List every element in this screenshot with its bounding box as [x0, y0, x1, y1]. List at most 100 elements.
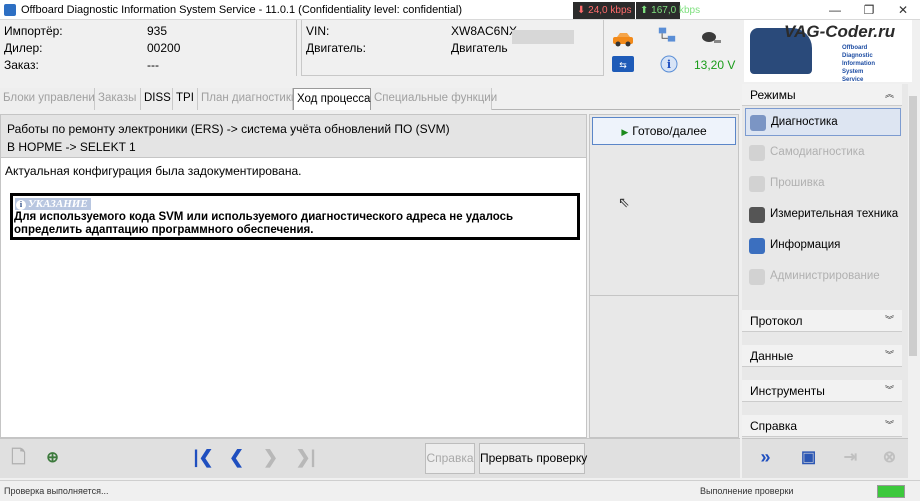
maximize-button[interactable]: ❐: [852, 0, 886, 20]
fast-forward-icon[interactable]: »: [750, 443, 781, 474]
tab-tpi[interactable]: TPI: [173, 88, 198, 110]
previous-step-icon[interactable]: ❮: [221, 443, 252, 474]
tab-orders[interactable]: Заказы: [95, 88, 141, 110]
process-breadcrumb: Работы по ремонту электроники (ERS) -> с…: [0, 114, 587, 158]
logo-caption: Offboard Diagnostic Information System Servi…: [842, 45, 875, 83]
mode-diagnostics[interactable]: Диагностика: [745, 108, 901, 136]
action-panel: ▶ Готово/далее: [589, 114, 739, 438]
play-icon: ▶: [621, 127, 629, 137]
status-message: Проверка выполняется...: [4, 486, 109, 496]
status-progress-label: Выполнение проверки: [700, 486, 794, 496]
process-step: В НОРМЕ -> SELEKT 1: [7, 140, 136, 154]
protocol-section[interactable]: Протокол ︾: [742, 310, 902, 332]
sidebar-toolbar: » ▣ ⇥ ⊗: [742, 438, 908, 478]
svg-text:i: i: [667, 58, 671, 71]
header-icons: ⇆ i 13,20 V: [608, 20, 740, 76]
document-icon[interactable]: 🗋: [3, 443, 34, 474]
minimize-button[interactable]: —: [818, 0, 852, 20]
vehicle-header: Импортёр: 935 Дилер: 00200 Заказ: --- VI…: [0, 20, 740, 76]
mode-flashing[interactable]: Прошивка: [745, 170, 901, 198]
close-button[interactable]: ✕: [886, 0, 920, 20]
help-section[interactable]: Справка ︾: [742, 415, 902, 437]
modes-list: Диагностика Самодиагностика Прошивка Изм…: [745, 106, 901, 298]
help-button[interactable]: Справка: [425, 443, 475, 474]
tools-section[interactable]: Инструменты ︾: [742, 380, 902, 402]
window-title: Offboard Diagnostic Information System S…: [21, 4, 463, 16]
order-value: ---: [147, 58, 159, 72]
notice-box: i УКАЗАНИЕ Для используемого кода SVM или…: [10, 193, 580, 240]
process-path: Работы по ремонту электроники (ERS) -> с…: [7, 122, 450, 136]
process-output: Актуальная конфигурация была задокументи…: [0, 158, 587, 438]
chevron-up-icon: ︽: [884, 89, 894, 99]
chevron-down-icon: ︾: [884, 385, 894, 395]
battery-voltage: 13,20 V: [694, 58, 736, 72]
importer-value: 935: [147, 24, 168, 38]
zoom-in-document-icon[interactable]: ⊕: [37, 443, 68, 474]
scrollbar-thumb[interactable]: [909, 96, 917, 356]
screenshot-icon[interactable]: ▣: [793, 443, 824, 474]
order-label: Заказ:: [4, 58, 39, 72]
app-icon: [4, 4, 16, 16]
engine-value: Двигатель: [451, 41, 508, 55]
chevron-down-icon: ︾: [884, 420, 894, 430]
vin-label: VIN:: [306, 24, 330, 38]
exit-icon[interactable]: ⇥: [835, 443, 866, 474]
info-icon[interactable]: i: [658, 55, 680, 73]
sidebar-scrollbar[interactable]: [908, 84, 918, 438]
status-bar: Проверка выполняется... Выполнение прове…: [0, 480, 920, 501]
mouse-cursor-icon: ⇖: [618, 194, 630, 210]
odis-logo: VAG-Coder.ru Offboard Diagnostic Informati…: [744, 20, 912, 83]
notice-text: Для используемого кода SVM или используе…: [14, 211, 514, 236]
usb-icon[interactable]: ⇆: [612, 56, 634, 74]
dealer-info: Импортёр: 935 Дилер: 00200 Заказ: ---: [0, 20, 297, 76]
information-books-icon: [749, 238, 765, 254]
next-step-icon[interactable]: ❯: [255, 443, 286, 474]
first-step-icon[interactable]: |❮: [188, 443, 219, 474]
chevron-down-icon: ︾: [884, 315, 894, 325]
cancel-icon[interactable]: ⊗: [874, 443, 905, 474]
notice-info-icon: i: [16, 200, 26, 210]
last-step-icon[interactable]: ❯|: [290, 443, 321, 474]
watermark-brand: VAG-Coder.ru: [784, 22, 896, 41]
tab-special-functions[interactable]: Специальные функции: [371, 88, 497, 110]
network-icon[interactable]: [656, 26, 678, 44]
mode-self-diagnostics[interactable]: Самодиагностика: [745, 139, 901, 167]
main-tabs: Блоки управления Заказы DISS TPI План ди…: [0, 88, 740, 110]
modes-header[interactable]: Режимы ︽: [742, 84, 902, 106]
tab-diss[interactable]: DISS: [141, 88, 173, 110]
notice-title: i УКАЗАНИЕ: [15, 198, 91, 210]
process-state: Актуальная конфигурация была задокументи…: [5, 164, 302, 178]
mode-administration[interactable]: Администрирование: [745, 263, 901, 291]
next-button[interactable]: ▶ Готово/далее: [592, 117, 736, 145]
chevron-down-icon: ︾: [884, 350, 894, 360]
bottom-toolbar: 🗋 ⊕ |❮ ❮ ❯ ❯| Справка Прервать проверку: [0, 438, 740, 478]
importer-label: Импортёр:: [4, 24, 63, 38]
svg-text:⇆: ⇆: [619, 61, 627, 71]
dealer-label: Дилер:: [4, 41, 43, 55]
diagnostic-interface-icon[interactable]: [700, 28, 722, 46]
tab-process[interactable]: Ход процесса: [293, 88, 371, 110]
network-up-speed: ⬆ 167,0 kbps: [636, 2, 700, 19]
tab-diagnostic-plan[interactable]: План диагностики: [198, 88, 297, 110]
abort-test-button[interactable]: Прервать проверку: [479, 443, 587, 474]
mode-measurement[interactable]: Измерительная техника: [745, 201, 901, 229]
network-down-speed: ⬇ 24,0 kbps: [573, 2, 635, 19]
measurement-icon: [749, 207, 765, 223]
vin-redaction: [512, 30, 574, 44]
vin-value: XW8AC6NX: [451, 24, 518, 38]
panel-divider: [590, 295, 738, 296]
tab-control-units[interactable]: Блоки управления: [0, 88, 101, 110]
dealer-value: 00200: [147, 41, 181, 55]
sidebar: Режимы ︽ Диагностика Самодиагностика Прош…: [742, 84, 908, 438]
flashing-icon: [749, 176, 765, 192]
data-section[interactable]: Данные ︾: [742, 345, 902, 367]
administration-icon: [749, 269, 765, 285]
progress-indicator: [877, 485, 905, 498]
vehicle-info: VIN: XW8AC6NX Двигатель: Двигатель: [301, 20, 604, 76]
diagnostics-icon: [750, 115, 766, 131]
self-diagnostics-icon: [749, 145, 765, 161]
engine-label: Двигатель:: [306, 41, 366, 55]
title-bar: Offboard Diagnostic Information System S…: [0, 0, 920, 20]
mode-information[interactable]: Информация: [745, 232, 901, 260]
car-icon[interactable]: [612, 30, 634, 48]
